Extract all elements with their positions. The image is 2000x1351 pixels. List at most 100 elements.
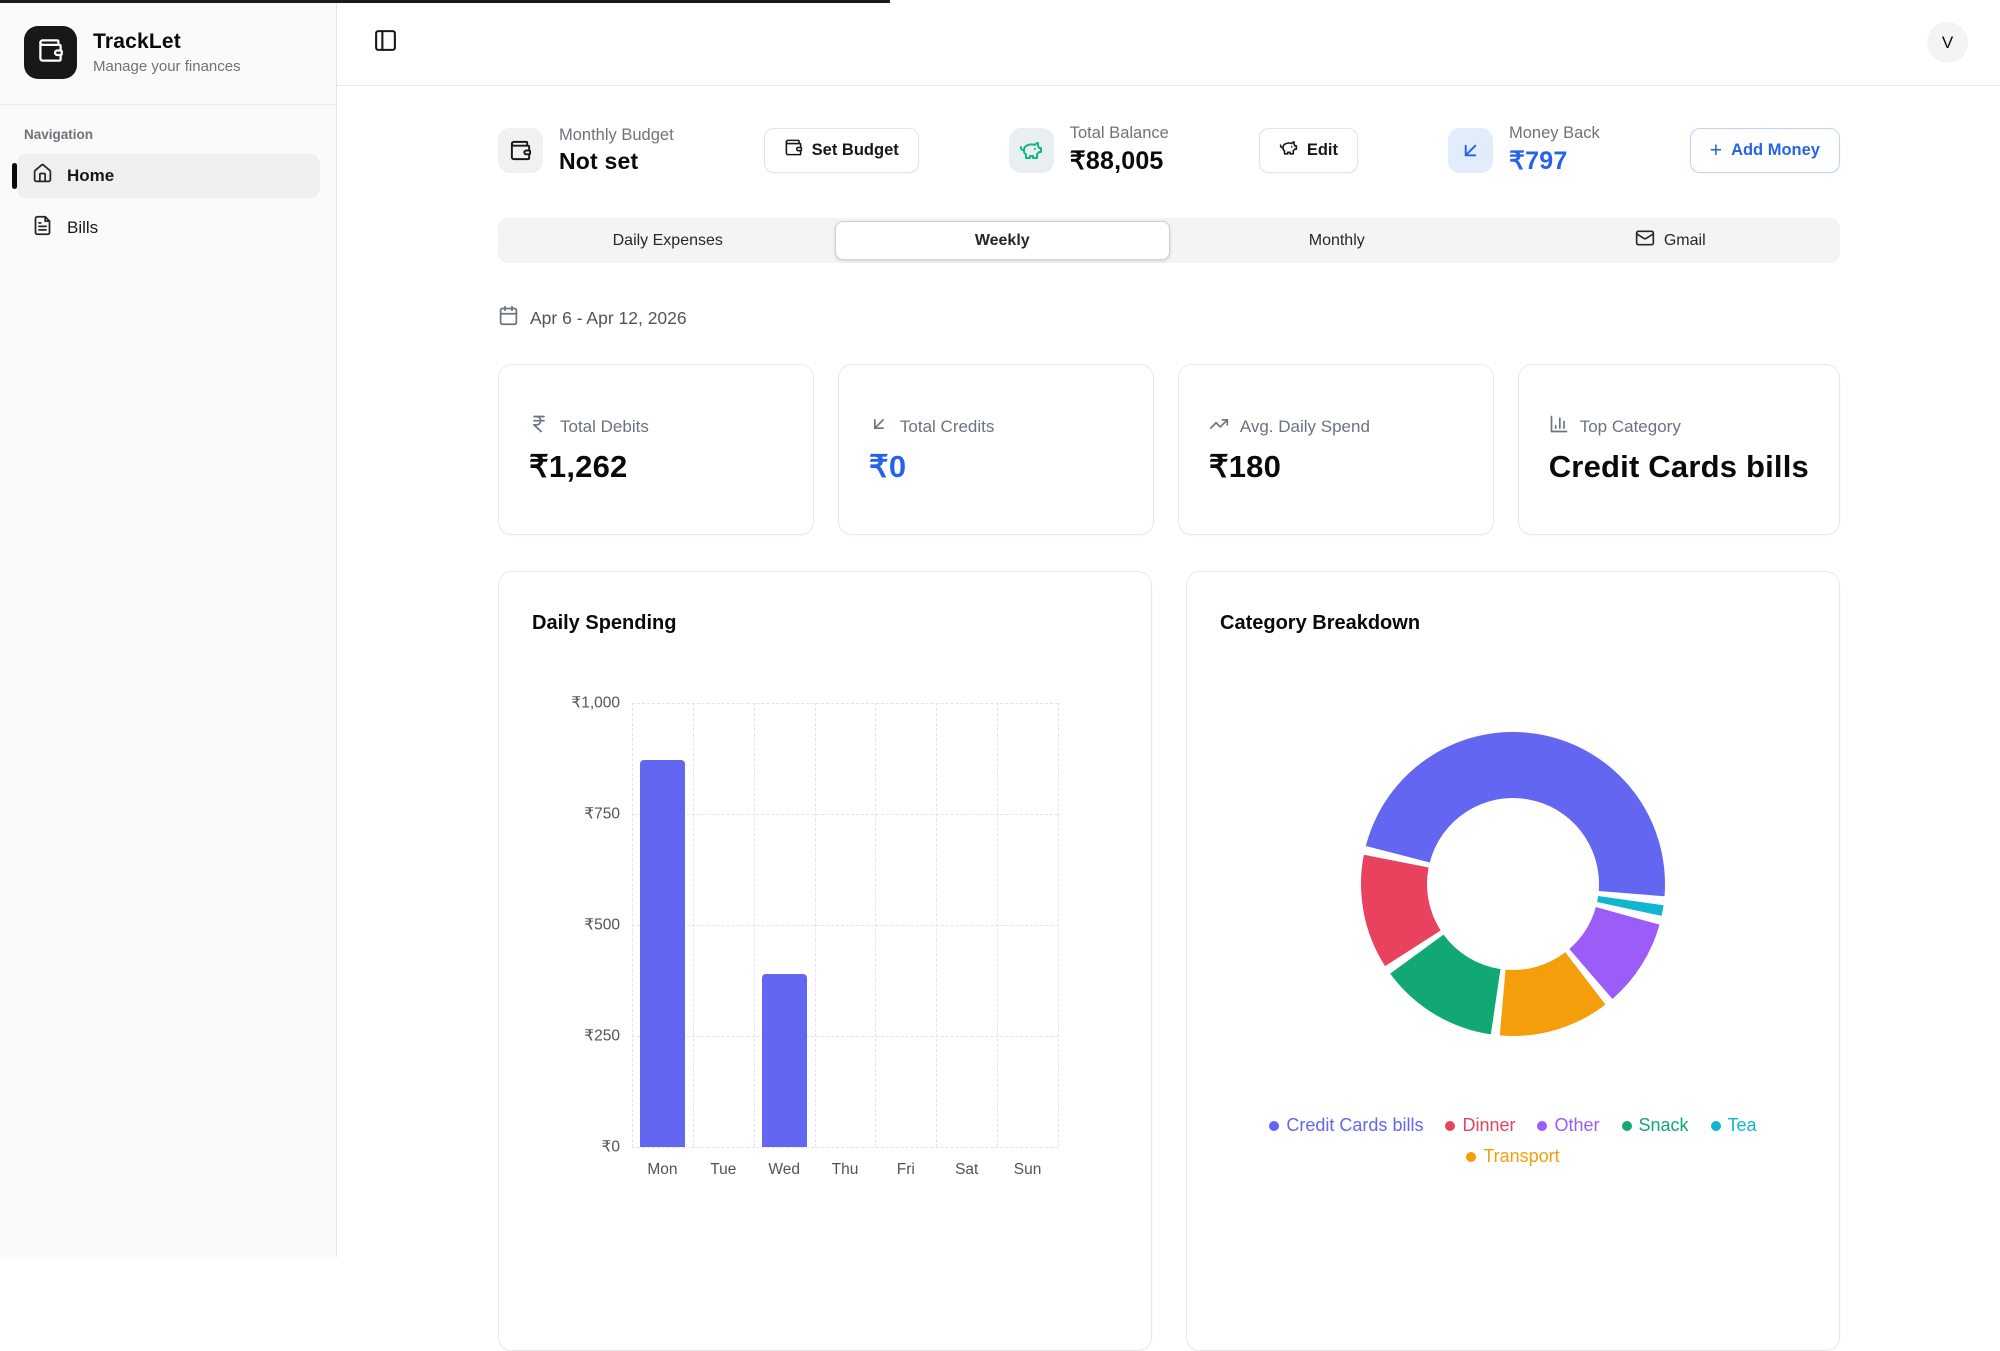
avatar-initial: V (1942, 33, 1953, 53)
app-logo (24, 26, 77, 79)
legend-item-dinner[interactable]: Dinner (1445, 1115, 1515, 1136)
stat-label: Total Credits (900, 417, 994, 437)
legend-item-snack[interactable]: Snack (1622, 1115, 1689, 1136)
x-axis-tick: Sat (955, 1161, 978, 1179)
legend-item-tea[interactable]: Tea (1711, 1115, 1757, 1136)
x-axis-tick: Fri (897, 1161, 915, 1179)
legend-dot (1269, 1121, 1279, 1131)
stat-label: Total Debits (560, 417, 649, 437)
sidebar-item-label: Home (67, 166, 114, 186)
button-label: Set Budget (812, 141, 899, 160)
arrow-down-left-icon (869, 414, 889, 439)
money-back-summary: Money Back ₹797 (1448, 124, 1600, 176)
gridline-v (997, 703, 998, 1147)
summary-label: Monthly Budget (559, 126, 674, 145)
edit-balance-button[interactable]: Edit (1259, 128, 1358, 173)
monthly-budget-text: Monthly Budget Not set (559, 126, 674, 175)
plus-icon: + (1710, 140, 1722, 161)
panel-left-icon (373, 28, 398, 58)
chart-title: Daily Spending (532, 612, 1118, 635)
charts-row: Daily Spending ₹1,000₹750₹500₹250₹0MonTu… (498, 571, 1840, 1351)
calendar-icon (498, 305, 519, 331)
button-label: Add Money (1731, 141, 1820, 160)
file-text-icon (32, 215, 53, 241)
legend-item-transport[interactable]: Transport (1466, 1146, 1559, 1167)
legend-label: Snack (1639, 1115, 1689, 1136)
tab-gmail[interactable]: Gmail (1504, 221, 1838, 260)
legend-label: Dinner (1462, 1115, 1515, 1136)
summary-value: Not set (559, 148, 674, 175)
main-area: V Monthly Budget Not set Set Budget (337, 0, 2000, 1257)
monthly-budget-summary: Monthly Budget Not set (498, 126, 674, 175)
summary-value: ₹797 (1509, 146, 1600, 176)
y-axis-tick: ₹1,000 (571, 694, 620, 713)
stat-label: Avg. Daily Spend (1240, 417, 1370, 437)
gridline-v (936, 703, 937, 1147)
trending-up-icon (1209, 414, 1229, 439)
sidebar-item-home[interactable]: Home (16, 154, 320, 198)
sidebar-header: TrackLet Manage your finances (0, 0, 336, 105)
legend-label: Credit Cards bills (1286, 1115, 1423, 1136)
summary-row: Monthly Budget Not set Set Budget Total … (498, 122, 1840, 178)
legend-dot (1466, 1152, 1476, 1162)
category-donut-chart (1220, 729, 1806, 1039)
sidebar-item-label: Bills (67, 218, 98, 238)
donut-legend: Credit Cards bills Dinner Other Snack Tea Tra… (1233, 1115, 1793, 1167)
bar-mon[interactable] (640, 760, 685, 1147)
gridline-v (754, 703, 755, 1147)
legend-dot (1445, 1121, 1455, 1131)
tab-weekly[interactable]: Weekly (835, 221, 1171, 260)
bar-chart-icon (1549, 414, 1569, 439)
summary-value: ₹88,005 (1070, 146, 1169, 176)
content: Monthly Budget Not set Set Budget Total … (337, 86, 2000, 1351)
tab-daily-expenses[interactable]: Daily Expenses (501, 221, 835, 260)
x-axis-tick: Wed (768, 1161, 800, 1179)
stat-card-total-debits: Total Debits ₹1,262 (498, 364, 814, 535)
add-money-button[interactable]: + Add Money (1690, 128, 1840, 173)
nav-section-label: Navigation (0, 105, 336, 154)
total-balance-text: Total Balance ₹88,005 (1070, 124, 1169, 176)
gridline-v (632, 703, 633, 1147)
arrow-down-left-icon (1448, 128, 1493, 173)
set-budget-button[interactable]: Set Budget (764, 128, 919, 173)
gridline-h (632, 814, 1058, 815)
total-balance-summary: Total Balance ₹88,005 (1009, 124, 1169, 176)
period-tabs: Daily Expenses Weekly Monthly Gmail (498, 218, 1840, 263)
window-top-edge (0, 0, 890, 3)
topbar: V (337, 0, 2000, 86)
gridline-h (632, 1147, 1058, 1148)
tab-monthly[interactable]: Monthly (1170, 221, 1504, 260)
nav-list: Home Bills (0, 154, 336, 250)
stat-card-top-category: Top Category Credit Cards bills (1518, 364, 1840, 535)
sidebar-item-bills[interactable]: Bills (16, 206, 320, 250)
wallet-icon (498, 128, 543, 173)
stat-label: Top Category (1580, 417, 1681, 437)
legend-label: Tea (1728, 1115, 1757, 1136)
rupee-icon (529, 414, 549, 439)
summary-label: Total Balance (1070, 124, 1169, 143)
piggy-bank-icon (1009, 128, 1054, 173)
donut-svg (1358, 729, 1668, 1039)
stat-value: Credit Cards bills (1549, 449, 1809, 485)
gridline-h (632, 703, 1058, 704)
legend-dot (1622, 1121, 1632, 1131)
wallet-icon (37, 37, 64, 69)
stat-value: ₹1,262 (529, 449, 783, 485)
home-icon (32, 163, 53, 189)
legend-dot (1537, 1121, 1547, 1131)
stat-value: ₹180 (1209, 449, 1463, 485)
daily-spending-bar-chart: ₹1,000₹750₹500₹250₹0MonTueWedThuFriSatSu… (632, 703, 1058, 1147)
legend-dot (1711, 1121, 1721, 1131)
chart-title: Category Breakdown (1220, 612, 1806, 635)
legend-label: Other (1554, 1115, 1599, 1136)
tab-label: Monthly (1309, 232, 1365, 250)
stat-value: ₹0 (869, 449, 1123, 485)
legend-item-other[interactable]: Other (1537, 1115, 1599, 1136)
app-name: TrackLet (93, 30, 241, 54)
user-avatar[interactable]: V (1927, 22, 1968, 63)
y-axis-tick: ₹250 (584, 1027, 620, 1046)
sidebar-toggle-button[interactable] (368, 26, 402, 60)
x-axis-tick: Thu (832, 1161, 859, 1179)
bar-wed[interactable] (762, 974, 807, 1147)
legend-item-credit-cards-bills[interactable]: Credit Cards bills (1269, 1115, 1423, 1136)
